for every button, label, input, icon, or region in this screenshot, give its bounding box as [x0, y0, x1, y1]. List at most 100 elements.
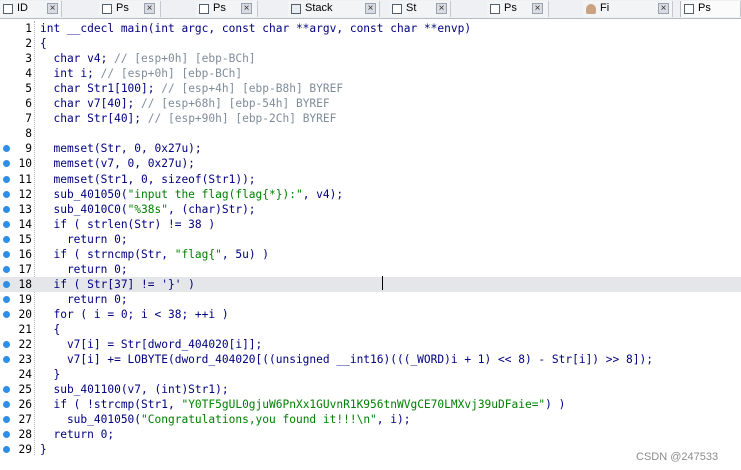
code-text: if ( strncmp(Str, "flag{", 5u) ) [40, 247, 270, 261]
line-number: 20 [18, 307, 32, 321]
line-number: 25 [18, 383, 32, 397]
line-number: 8 [25, 127, 32, 141]
line-number: 19 [18, 292, 32, 306]
code-line[interactable]: 25 sub_401100(v7, (int)Str1); [0, 382, 741, 397]
breakpoint-dot-icon[interactable] [3, 295, 10, 303]
line-number: 15 [18, 232, 32, 246]
code-line[interactable]: 16 if ( strncmp(Str, "flag{", 5u) ) [0, 247, 741, 262]
breakpoint-dot-icon[interactable] [3, 401, 10, 409]
close-icon[interactable]: × [658, 3, 669, 14]
code-line[interactable]: 21 { [0, 322, 741, 337]
line-number: 10 [18, 157, 32, 171]
code-line[interactable]: 26 if ( !strcmp(Str1, "Y0TF5gUL0gjuW6PnX… [0, 397, 741, 412]
code-line[interactable]: 13 sub_4010C0("%38s", (char)Str); [0, 202, 741, 217]
tab-5[interactable]: Ps × [487, 1, 549, 17]
tab-label: Ps [213, 2, 226, 14]
code-text: memset(Str, 0, 0x27u); [40, 142, 202, 156]
code-text: memset(Str1, 0, sizeof(Str1)); [40, 172, 256, 186]
line-number: 29 [18, 443, 32, 457]
code-text: char Str1[100]; // [esp+4h] [ebp-B8h] BY… [40, 82, 344, 96]
tab-4[interactable]: St × [389, 1, 451, 17]
code-line[interactable]: 7 char Str[40]; // [esp+90h] [ebp-2Ch] B… [0, 111, 741, 126]
breakpoint-dot-icon[interactable] [3, 386, 10, 394]
line-number: 7 [25, 112, 32, 126]
code-text: return 0; [40, 292, 128, 306]
tab-2[interactable]: Ps × [196, 1, 258, 17]
document-icon [3, 4, 13, 14]
code-line[interactable]: 15 return 0; [0, 232, 741, 247]
code-line[interactable]: 23 v7[i] += LOBYTE(dword_404020[((unsign… [0, 352, 741, 367]
line-number: 12 [18, 187, 32, 201]
code-line[interactable]: 8 [0, 126, 741, 141]
code-line[interactable]: 27 sub_401050("Congratulations,you found… [0, 412, 741, 427]
breakpoint-dot-icon[interactable] [3, 446, 10, 454]
breakpoint-dot-icon[interactable] [3, 250, 10, 258]
code-text: } [40, 368, 61, 382]
line-number: 3 [25, 52, 32, 66]
code-line[interactable]: 12 sub_401050("input the flag(flag{*}):"… [0, 187, 741, 202]
code-line[interactable]: 11 memset(Str1, 0, sizeof(Str1)); [0, 172, 741, 187]
breakpoint-dot-icon[interactable] [3, 205, 10, 213]
document-icon [392, 4, 402, 14]
code-line[interactable]: 3 char v4; // [esp+0h] [ebp-BCh] [0, 51, 741, 66]
code-text: sub_401050("Congratulations,you found it… [40, 413, 411, 427]
code-line[interactable]: 9 memset(Str, 0, 0x27u); [0, 141, 741, 156]
tab-1[interactable]: Ps × [99, 1, 161, 17]
code-line[interactable]: 18 if ( Str[37] != '}' ) [0, 276, 741, 292]
code-text: sub_401050("input the flag(flag{*}):", v… [40, 187, 344, 201]
tab-3[interactable]: Stack × [288, 1, 380, 17]
line-number: 6 [25, 97, 32, 111]
code-text: return 0; [40, 428, 115, 442]
code-text: return 0; [40, 262, 128, 276]
code-text: char v7[40]; // [esp+68h] [ebp-54h] BYRE… [40, 97, 330, 111]
code-line[interactable]: 28 return 0; [0, 427, 741, 442]
document-icon [102, 4, 112, 14]
breakpoint-dot-icon[interactable] [3, 431, 10, 439]
code-line[interactable]: 14 if ( strlen(Str) != 38 ) [0, 217, 741, 232]
tab-6[interactable]: Fi × [583, 1, 673, 17]
code-line[interactable]: 2{ [0, 36, 741, 51]
close-icon[interactable]: × [532, 3, 543, 14]
breakpoint-dot-icon[interactable] [3, 220, 10, 228]
code-line[interactable]: 10 memset(v7, 0, 0x27u); [0, 156, 741, 171]
line-number: 1 [25, 22, 32, 35]
close-icon[interactable]: × [241, 3, 252, 14]
tab-label: ID [17, 2, 28, 14]
tab-label: St [406, 2, 417, 14]
breakpoint-dot-icon[interactable] [3, 341, 10, 349]
code-line[interactable]: 20 for ( i = 0; i < 38; ++i ) [0, 307, 741, 322]
breakpoint-dot-icon[interactable] [3, 310, 10, 318]
code-text: return 0; [40, 232, 128, 246]
close-icon[interactable]: × [47, 3, 58, 14]
code-line[interactable]: 22 v7[i] = Str[dword_404020[i]]; [0, 337, 741, 352]
line-number: 26 [18, 398, 32, 412]
close-icon[interactable]: × [144, 3, 155, 14]
person-icon [586, 4, 596, 14]
code-line[interactable]: 29} [0, 442, 741, 457]
breakpoint-dot-icon[interactable] [3, 160, 10, 168]
code-line[interactable]: 19 return 0; [0, 292, 741, 307]
breakpoint-dot-icon[interactable] [3, 280, 10, 288]
code-line[interactable]: 17 return 0; [0, 262, 741, 277]
breakpoint-dot-icon[interactable] [3, 416, 10, 424]
code-line[interactable]: 6 char v7[40]; // [esp+68h] [ebp-54h] BY… [0, 96, 741, 111]
document-icon [199, 4, 209, 14]
line-number: 24 [18, 368, 32, 382]
breakpoint-dot-icon[interactable] [3, 145, 10, 153]
code-text: char Str[40]; // [esp+90h] [ebp-2Ch] BYR… [40, 112, 337, 126]
close-icon[interactable]: × [436, 3, 447, 14]
code-line[interactable]: 1 int __cdecl main(int argc, const char *… [0, 21, 741, 36]
breakpoint-dot-icon[interactable] [3, 175, 10, 183]
code-line[interactable]: 4 int i; // [esp+0h] [ebp-BCh] [0, 66, 741, 81]
breakpoint-dot-icon[interactable] [3, 265, 10, 273]
breakpoint-dot-icon[interactable] [3, 235, 10, 243]
line-number: 11 [18, 172, 32, 186]
code-line[interactable]: 24 } [0, 367, 741, 382]
line-number: 9 [25, 142, 32, 156]
breakpoint-dot-icon[interactable] [3, 190, 10, 198]
breakpoint-dot-icon[interactable] [3, 356, 10, 364]
code-line[interactable]: 5 char Str1[100]; // [esp+4h] [ebp-B8h] … [0, 81, 741, 96]
close-icon[interactable]: × [365, 3, 376, 14]
tab-7[interactable]: Ps [680, 1, 741, 17]
tab-0[interactable]: ID × [0, 1, 62, 17]
